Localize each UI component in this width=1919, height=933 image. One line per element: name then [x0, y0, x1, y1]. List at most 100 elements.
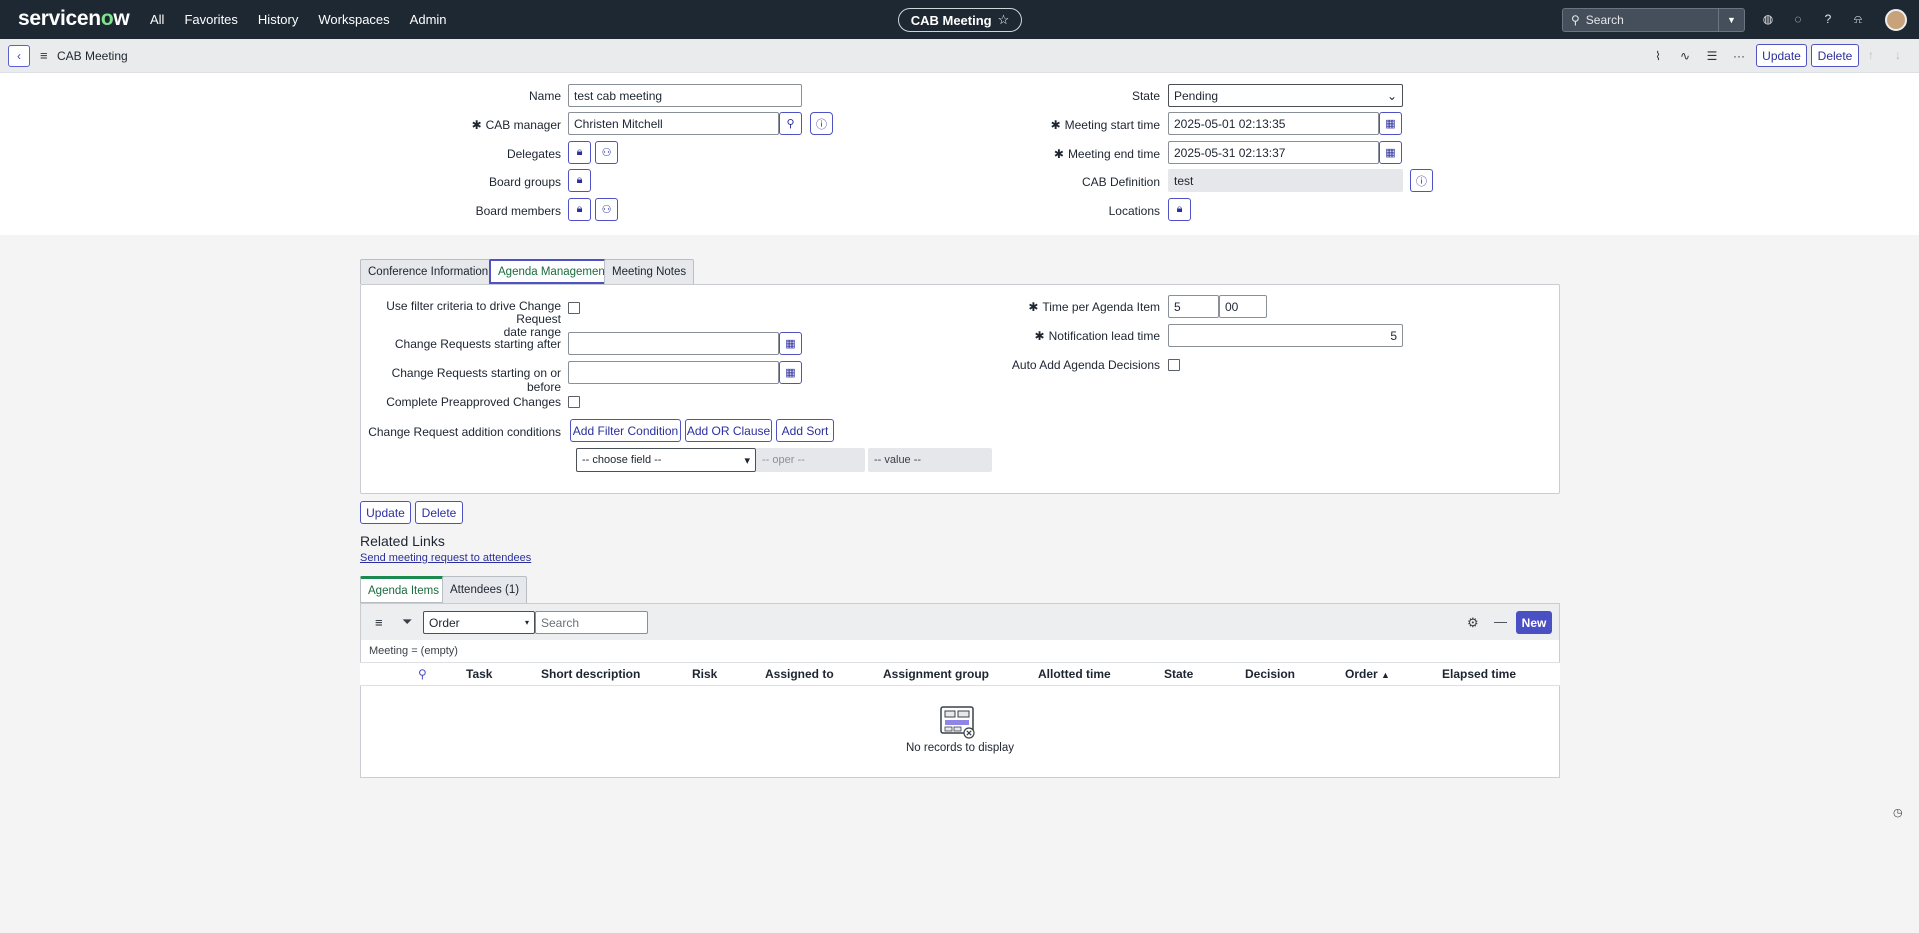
sort-ascending-icon: ▲ [1381, 670, 1390, 680]
response-time-icon[interactable]: ◷ [1893, 806, 1903, 819]
meeting-start-field[interactable]: 2025-05-01 02:13:35 [1168, 112, 1379, 135]
caret-down-icon: ▾ [744, 454, 750, 467]
column-search-icon[interactable]: ⚲ [418, 667, 427, 681]
notification-lead-field[interactable]: 5 [1168, 324, 1403, 347]
column-risk[interactable]: Risk [692, 667, 717, 681]
delegates-lock-icon[interactable]: 🔒︎ [568, 141, 591, 164]
state-label: State [1131, 89, 1160, 103]
board-groups-lock-icon[interactable]: 🔒︎ [568, 169, 591, 192]
cab-manager-field[interactable]: Christen Mitchell [568, 112, 779, 135]
nav-item-favorites[interactable]: Favorites [184, 12, 237, 27]
paperclip-icon[interactable]: ⌇ [1651, 49, 1665, 63]
tab-meeting-notes[interactable]: Meeting Notes [604, 259, 695, 284]
gear-icon[interactable]: ⚙ [1467, 615, 1479, 631]
tab-agenda-items[interactable]: Agenda Items [360, 576, 447, 603]
chat-icon[interactable]: ◌ [1790, 11, 1806, 27]
new-button[interactable]: New [1516, 611, 1552, 634]
app-title-pill[interactable]: CAB Meeting ☆ [898, 8, 1022, 32]
bottom-delete-button[interactable]: Delete [415, 501, 463, 524]
context-menu-icon[interactable]: ≡ [40, 48, 48, 63]
name-field[interactable]: test cab meeting [568, 84, 802, 107]
list-menu-icon[interactable]: ≡ [375, 615, 383, 630]
sort-field-select[interactable]: Order ▾ [423, 611, 535, 634]
meeting-end-field[interactable]: 2025-05-31 02:13:37 [1168, 141, 1379, 164]
calendar-icon[interactable]: ▦ [1379, 141, 1402, 164]
globe-icon[interactable]: ◍ [1760, 11, 1776, 27]
conditions-label: Change Request addition conditions [368, 425, 561, 439]
servicenow-logo[interactable]: servicenow [18, 7, 130, 31]
locations-lock-icon[interactable]: 🔒︎ [1168, 198, 1191, 221]
update-button[interactable]: Update [1756, 44, 1807, 67]
column-allotted-time[interactable]: Allotted time [1038, 667, 1111, 681]
time-minutes-field[interactable]: 5 [1168, 295, 1219, 318]
bell-icon[interactable]: ⍾ [1850, 11, 1866, 27]
add-or-clause-button[interactable]: Add OR Clause [685, 419, 772, 442]
preapproved-checkbox[interactable] [568, 396, 580, 408]
lookup-search-icon[interactable]: ⚲ [779, 112, 802, 135]
calendar-icon[interactable]: ▦ [779, 361, 802, 384]
column-task[interactable]: Task [466, 667, 492, 681]
board-members-lock-icon[interactable]: 🔒︎ [568, 198, 591, 221]
delete-button[interactable]: Delete [1811, 44, 1859, 67]
info-icon[interactable]: ⓘ [1410, 169, 1433, 192]
nav-item-all[interactable]: All [150, 12, 164, 27]
search-icon: ⚲ [1571, 13, 1580, 27]
column-order[interactable]: Order ▲ [1345, 667, 1390, 681]
board-members-add-me-icon[interactable]: ⚇ [595, 198, 618, 221]
delegates-add-me-icon[interactable]: ⚇ [595, 141, 618, 164]
star-icon[interactable]: ☆ [998, 12, 1010, 28]
global-search-input[interactable]: ⚲ Search [1562, 8, 1719, 32]
tab-attendees[interactable]: Attendees (1) [442, 576, 528, 603]
cab-manager-label: ✱ CAB manager [471, 118, 561, 132]
back-button[interactable]: ‹ [8, 45, 30, 67]
meeting-start-label: ✱ Meeting start time [1050, 118, 1160, 132]
settings-sliders-icon[interactable]: ☰ [1705, 49, 1719, 63]
nav-item-history[interactable]: History [258, 12, 298, 27]
global-search-placeholder: Search [1585, 13, 1624, 27]
add-filter-condition-button[interactable]: Add Filter Condition [570, 419, 681, 442]
required-icon: ✱ [1034, 329, 1045, 343]
nav-item-admin[interactable]: Admin [410, 12, 447, 27]
calendar-icon[interactable]: ▦ [779, 332, 802, 355]
app-title: CAB Meeting [910, 12, 992, 28]
column-assignment-group[interactable]: Assignment group [883, 667, 989, 681]
caret-down-icon: ▾ [524, 618, 529, 627]
preapproved-label: Complete Preapproved Changes [386, 395, 561, 409]
use-filter-checkbox[interactable] [568, 302, 580, 314]
column-assigned-to[interactable]: Assigned to [765, 667, 834, 681]
column-decision[interactable]: Decision [1245, 667, 1295, 681]
tab-agenda-management[interactable]: Agenda Management [489, 259, 617, 284]
search-scope-dropdown[interactable]: ▼ [1719, 8, 1745, 32]
filter-icon[interactable]: ⏷ [402, 614, 412, 630]
info-icon[interactable]: ⓘ [810, 112, 833, 135]
state-select[interactable]: Pending ⌄ [1168, 84, 1403, 107]
time-seconds-field[interactable]: 00 [1219, 295, 1267, 318]
list-search-input[interactable]: Search [535, 611, 648, 634]
activity-icon[interactable]: ∿ [1678, 49, 1692, 63]
choose-field-select[interactable]: -- choose field -- ▾ [576, 448, 756, 472]
starting-after-field[interactable] [568, 332, 779, 355]
collapse-icon[interactable]: — [1494, 614, 1507, 629]
starting-before-field[interactable] [568, 361, 779, 384]
delegates-label: Delegates [506, 147, 561, 161]
add-sort-button[interactable]: Add Sort [776, 419, 834, 442]
send-meeting-request-link[interactable]: Send meeting request to attendees [360, 552, 531, 564]
board-groups-label: Board groups [488, 175, 561, 189]
calendar-icon[interactable]: ▦ [1379, 112, 1402, 135]
help-icon[interactable]: ? [1820, 11, 1836, 27]
column-short-description[interactable]: Short description [541, 667, 640, 681]
filter-breadcrumb[interactable]: Meeting = (empty) [369, 645, 458, 657]
form-title: CAB Meeting [57, 49, 128, 63]
nav-menu: All Favorites History Workspaces Admin [150, 0, 467, 39]
more-options-icon[interactable]: ··· [1732, 49, 1746, 63]
bottom-update-button[interactable]: Update [360, 501, 411, 524]
column-state[interactable]: State [1164, 667, 1193, 681]
column-elapsed-time[interactable]: Elapsed time [1442, 667, 1516, 681]
user-avatar[interactable] [1885, 9, 1907, 31]
nav-item-workspaces[interactable]: Workspaces [318, 12, 389, 27]
empty-list-icon [940, 706, 975, 739]
auto-add-checkbox[interactable] [1168, 359, 1180, 371]
starting-before-label: Change Requests starting on or before [391, 366, 561, 394]
tab-conference-information[interactable]: Conference Information [360, 259, 497, 284]
required-icon: ✱ [1050, 118, 1061, 132]
